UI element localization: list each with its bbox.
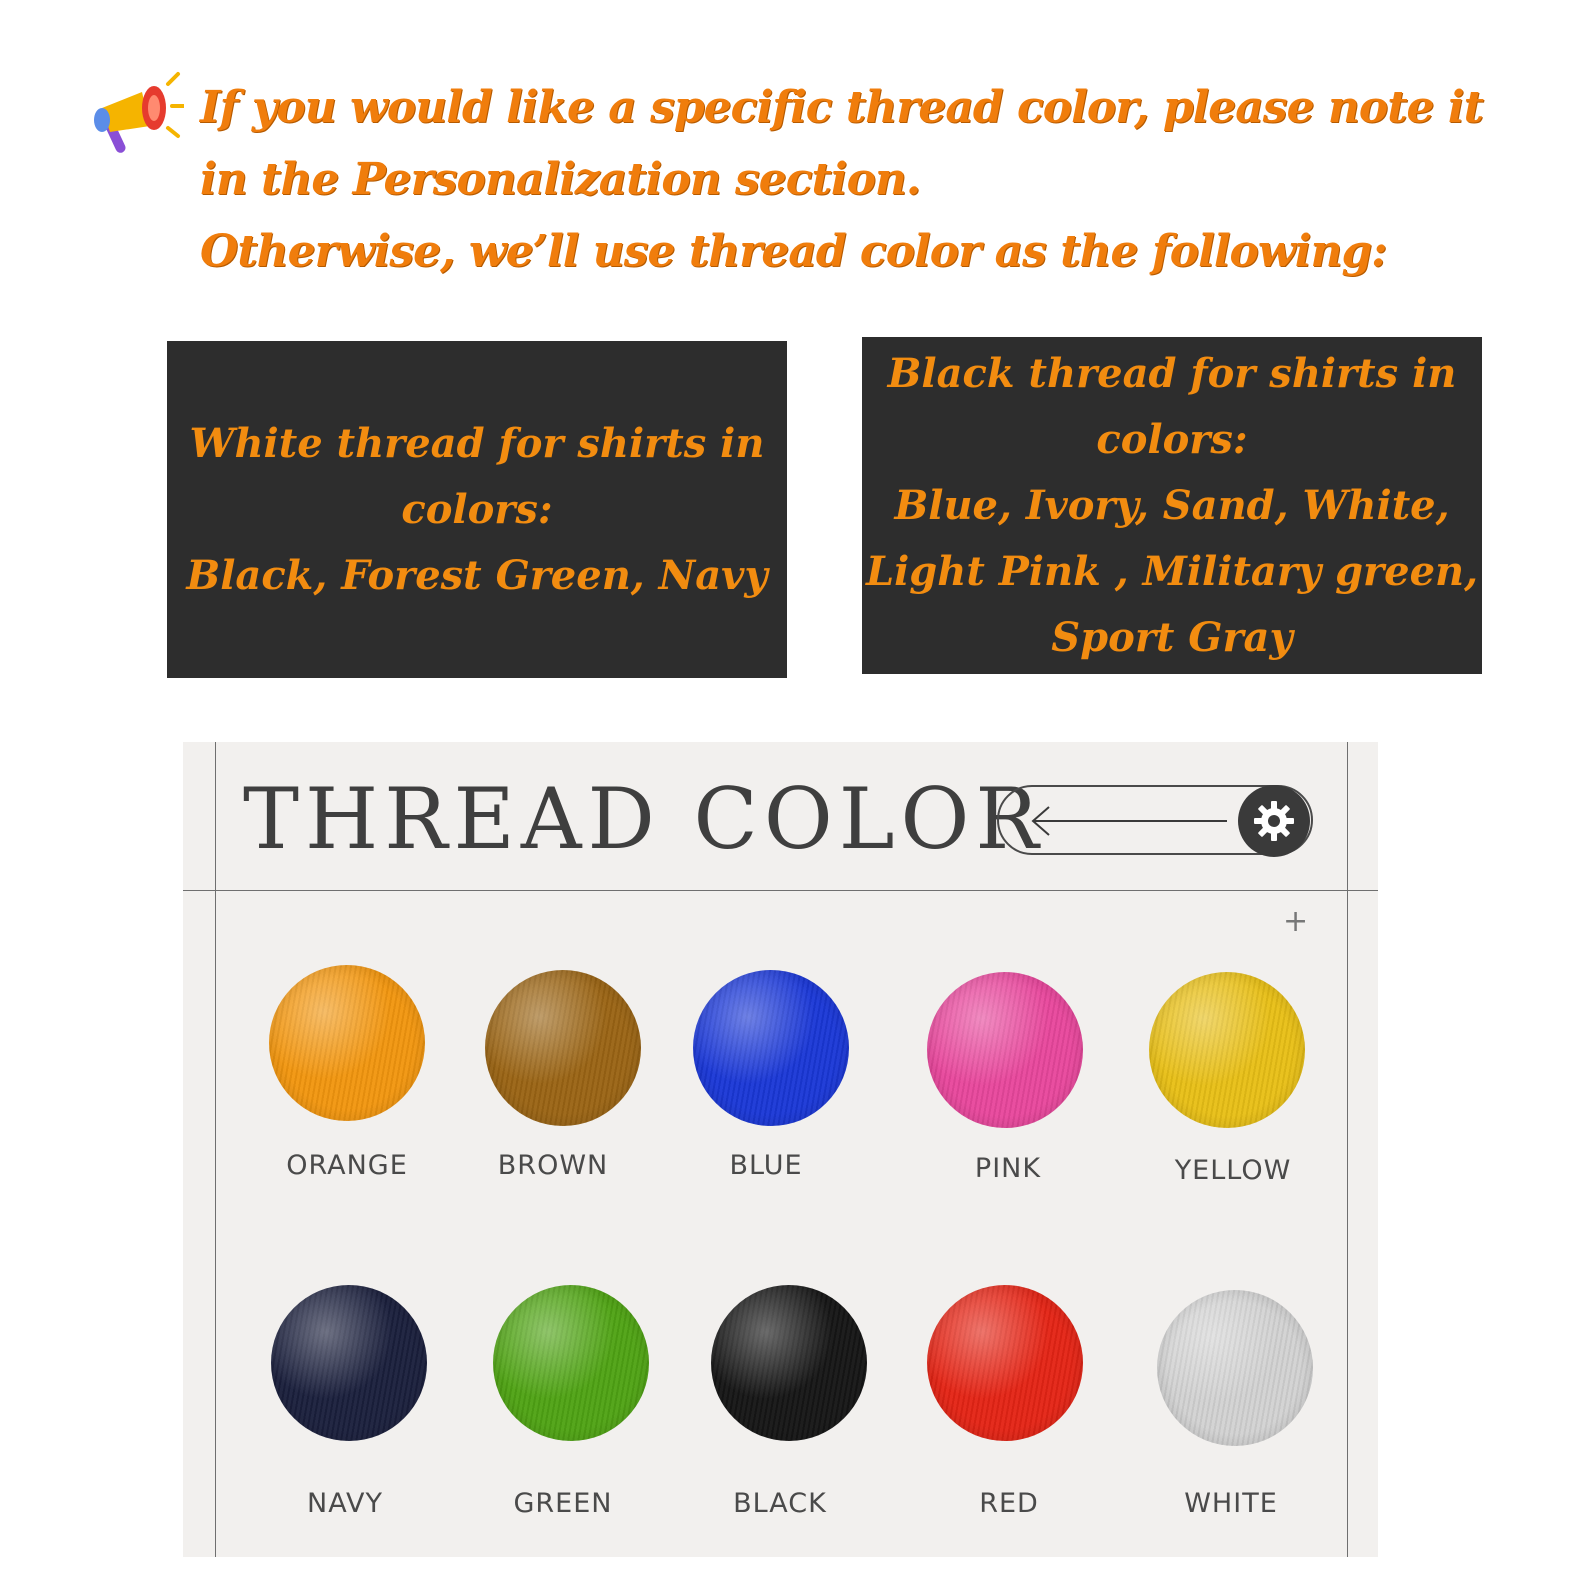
- thread-color-panel: THREAD COLOR + ORANGE BROWN BLUE PINK YE…: [183, 742, 1378, 1557]
- swatch-white[interactable]: [1157, 1290, 1313, 1446]
- swatch-orange[interactable]: [269, 965, 425, 1121]
- swatch-label: BLUE: [729, 1150, 803, 1181]
- swatch-yellow[interactable]: [1149, 972, 1305, 1128]
- swatch-red[interactable]: [927, 1285, 1083, 1441]
- swatch-black[interactable]: [711, 1285, 867, 1441]
- panel-divider: [215, 742, 216, 1557]
- swatch-green[interactable]: [493, 1285, 649, 1441]
- settings-button[interactable]: [1238, 785, 1310, 857]
- panel-divider: [1347, 742, 1348, 1557]
- swatch-label: ORANGE: [286, 1150, 408, 1181]
- black-thread-line: Black thread for shirts in: [887, 349, 1457, 397]
- white-thread-line: colors:: [401, 485, 553, 533]
- swatch-label: BROWN: [497, 1150, 609, 1181]
- swatch-blue[interactable]: [693, 970, 849, 1126]
- swatch-brown[interactable]: [485, 970, 641, 1126]
- plus-icon: +: [1283, 904, 1309, 939]
- notice-line: in the Personalization section.: [200, 154, 921, 205]
- notice-line: If you would like a specific thread colo…: [200, 82, 1484, 133]
- swatch-label: WHITE: [1184, 1488, 1278, 1519]
- black-thread-line: Sport Gray: [1051, 613, 1293, 661]
- black-thread-line: Light Pink , Military green,: [865, 547, 1479, 595]
- notice-line: Otherwise, we’ll use thread color as the…: [200, 226, 1387, 277]
- panel-divider: [183, 890, 1378, 891]
- black-thread-line: Blue, Ivory, Sand, White,: [894, 481, 1450, 529]
- swatch-label: GREEN: [513, 1488, 613, 1519]
- white-thread-line: White thread for shirts in: [189, 419, 765, 467]
- arrow-left-icon: [1031, 806, 1227, 836]
- swatch-label: PINK: [974, 1153, 1042, 1184]
- white-thread-box: White thread for shirts in colors: Black…: [167, 341, 787, 678]
- gear-icon: [1254, 801, 1294, 841]
- swatch-label: YELLOW: [1174, 1155, 1292, 1186]
- black-thread-box: Black thread for shirts in colors: Blue,…: [862, 337, 1482, 674]
- megaphone-icon: [94, 72, 184, 153]
- black-thread-line: colors:: [1096, 415, 1248, 463]
- notice-text: If you would like a specific thread colo…: [200, 72, 1520, 288]
- swatch-label: NAVY: [307, 1488, 383, 1519]
- swatch-label: RED: [979, 1488, 1039, 1519]
- swatch-label: BLACK: [733, 1488, 827, 1519]
- white-thread-line: Black, Forest Green, Navy: [186, 551, 768, 599]
- panel-title: THREAD COLOR: [243, 770, 1045, 868]
- swatch-navy[interactable]: [271, 1285, 427, 1441]
- swatch-pink[interactable]: [927, 972, 1083, 1128]
